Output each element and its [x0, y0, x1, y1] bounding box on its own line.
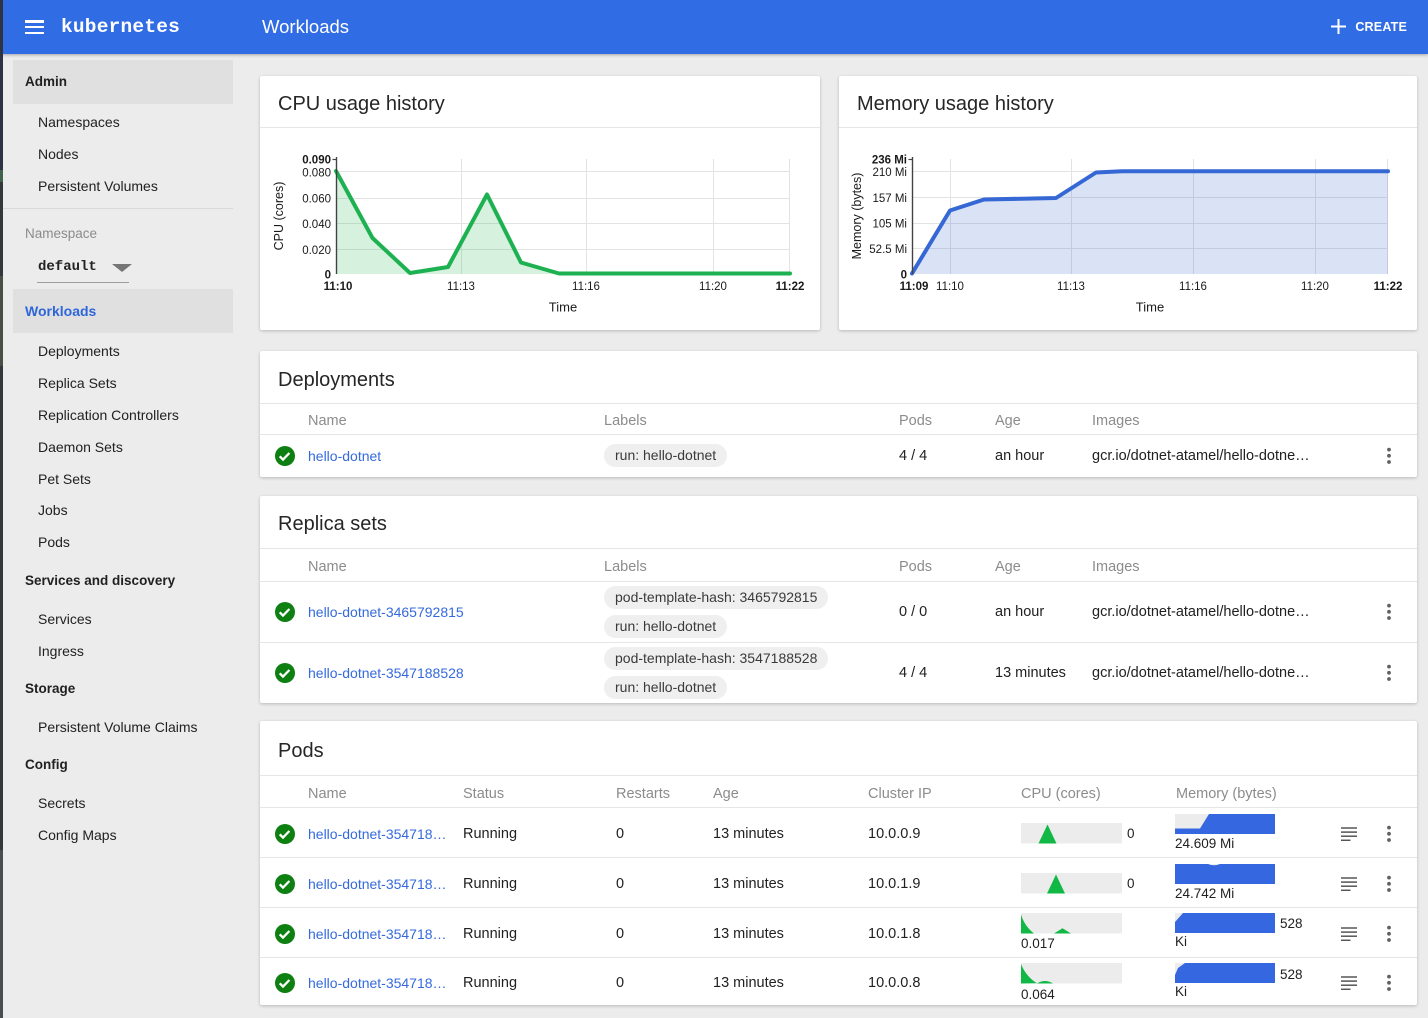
svg-text:CPU (cores): CPU (cores) — [272, 182, 286, 251]
svg-text:11:09: 11:09 — [900, 281, 929, 293]
svg-text:52.5 Mi: 52.5 Mi — [869, 244, 907, 256]
svg-text:Memory (bytes): Memory (bytes) — [850, 173, 864, 260]
svg-text:Time: Time — [1136, 300, 1164, 315]
svg-text:0.040: 0.040 — [302, 219, 331, 231]
svg-text:Time: Time — [549, 300, 577, 315]
svg-text:11:22: 11:22 — [776, 281, 805, 293]
svg-text:210 Mi: 210 Mi — [872, 167, 907, 179]
svg-text:0.020: 0.020 — [302, 245, 331, 257]
svg-text:0.080: 0.080 — [302, 168, 331, 180]
svg-text:0: 0 — [901, 270, 907, 282]
svg-text:11:13: 11:13 — [447, 281, 475, 293]
svg-text:11:10: 11:10 — [936, 281, 964, 293]
svg-text:11:10: 11:10 — [324, 281, 353, 293]
svg-text:11:20: 11:20 — [699, 281, 727, 293]
svg-text:236 Mi: 236 Mi — [872, 155, 907, 167]
svg-text:0: 0 — [325, 270, 331, 282]
svg-text:0.060: 0.060 — [302, 194, 331, 206]
svg-text:11:16: 11:16 — [572, 281, 600, 293]
svg-text:11:22: 11:22 — [1374, 281, 1403, 293]
svg-text:11:20: 11:20 — [1301, 281, 1329, 293]
svg-text:11:13: 11:13 — [1057, 281, 1085, 293]
svg-text:11:16: 11:16 — [1179, 281, 1207, 293]
svg-text:0.090: 0.090 — [302, 155, 331, 167]
svg-text:157 Mi: 157 Mi — [872, 193, 907, 205]
svg-text:105 Mi: 105 Mi — [872, 219, 907, 231]
